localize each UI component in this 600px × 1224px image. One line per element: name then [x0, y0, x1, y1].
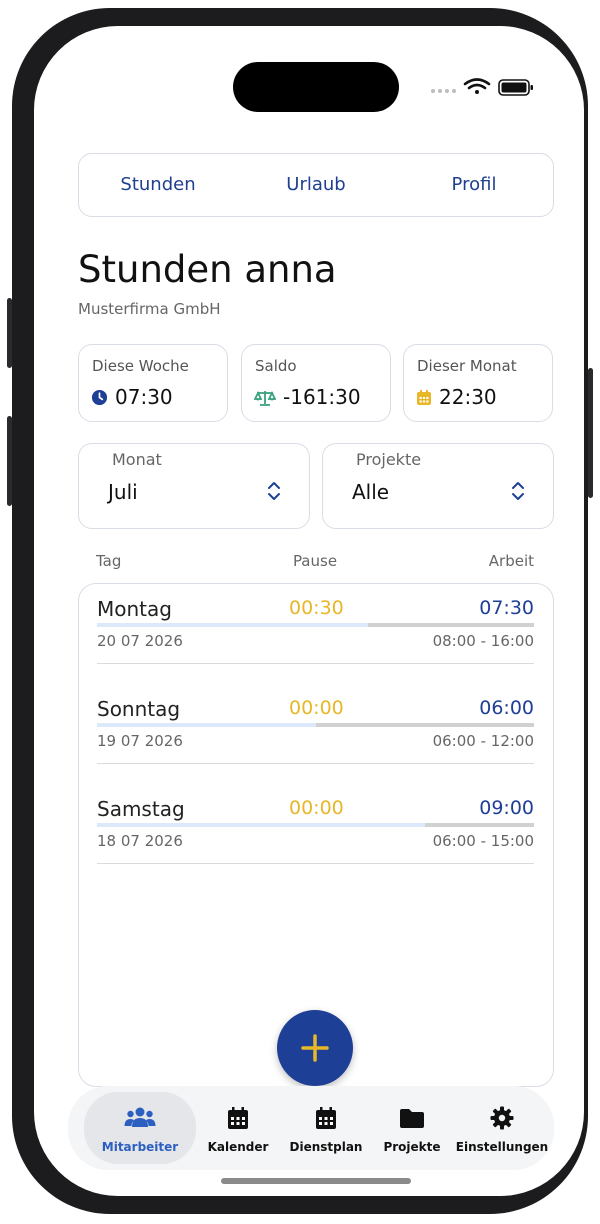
- dynamic-island: [233, 62, 399, 112]
- month-select-label: Monat: [112, 450, 162, 469]
- plus-icon: [301, 1034, 329, 1062]
- entry-date: 18 07 2026: [97, 832, 183, 850]
- entry-date: 19 07 2026: [97, 732, 183, 750]
- month-select-value: Juli: [108, 480, 138, 504]
- nav-item-kalender[interactable]: Kalender: [196, 1092, 280, 1164]
- power-button: [588, 368, 593, 498]
- stat-label: Saldo: [255, 357, 297, 375]
- entry-work: 09:00: [479, 797, 534, 819]
- tab-profil[interactable]: Profil: [395, 154, 553, 216]
- chevron-up-down-icon: [268, 482, 280, 500]
- phone-frame: Stunden Urlaub Profil Stunden anna Muste…: [7, 8, 593, 1214]
- segment-control: Stunden Urlaub Profil: [78, 153, 554, 217]
- users-icon: [124, 1107, 156, 1127]
- entry-progress-fill: [97, 823, 425, 827]
- nav-item-projekte[interactable]: Projekte: [372, 1092, 452, 1164]
- battery-icon: [498, 79, 533, 96]
- calendar-icon: [417, 389, 431, 405]
- column-header-day: Tag: [96, 552, 122, 570]
- time-entry-row[interactable]: Montag 00:30 07:30 20 07 2026 08:00 - 16…: [97, 584, 534, 664]
- entry-pause: 00:00: [289, 797, 344, 819]
- bottom-navigation: Mitarbeiter Kalender Dienstplan Projekte…: [68, 1086, 554, 1170]
- divider: [97, 863, 534, 864]
- entry-work: 06:00: [479, 697, 534, 719]
- nav-label: Mitarbeiter: [101, 1140, 179, 1154]
- stat-value: 22:30: [439, 385, 497, 409]
- volume-button: [7, 416, 12, 506]
- divider: [97, 763, 534, 764]
- stat-card-week: Diese Woche 07:30: [78, 344, 228, 422]
- stat-value: 07:30: [115, 385, 173, 409]
- clock-icon: [91, 389, 108, 405]
- entry-progress-bar: [97, 823, 534, 827]
- page-title: Stunden anna: [78, 248, 337, 291]
- home-indicator[interactable]: [221, 1178, 411, 1184]
- nav-label: Dienstplan: [289, 1140, 363, 1154]
- nav-label: Projekte: [383, 1140, 441, 1154]
- add-entry-button[interactable]: [277, 1010, 353, 1086]
- tab-urlaub[interactable]: Urlaub: [237, 154, 395, 216]
- tab-stunden[interactable]: Stunden: [79, 154, 237, 216]
- entry-progress-bar: [97, 723, 534, 727]
- entry-progress-fill: [97, 723, 316, 727]
- project-select[interactable]: Projekte Alle: [322, 443, 554, 529]
- nav-item-einstellungen[interactable]: Einstellungen: [452, 1092, 552, 1164]
- nav-item-dienstplan[interactable]: Dienstplan: [280, 1092, 372, 1164]
- nav-item-mitarbeiter[interactable]: Mitarbeiter: [84, 1092, 196, 1164]
- entry-time-range: 06:00 - 12:00: [432, 732, 534, 750]
- entry-work: 07:30: [479, 597, 534, 619]
- stat-card-saldo: Saldo -161:30: [241, 344, 391, 422]
- chevron-up-down-icon: [512, 482, 524, 500]
- entry-pause: 00:30: [289, 597, 344, 619]
- stat-label: Diese Woche: [92, 357, 189, 375]
- folder-icon: [400, 1109, 424, 1128]
- project-select-label: Projekte: [356, 450, 422, 469]
- entry-date: 20 07 2026: [97, 632, 183, 650]
- nav-label: Einstellungen: [455, 1140, 549, 1154]
- column-header-work: Arbeit: [488, 552, 534, 570]
- screen: Stunden Urlaub Profil Stunden anna Muste…: [34, 26, 584, 1196]
- signal-icon: [431, 89, 456, 93]
- calendar-icon: [228, 1107, 248, 1129]
- balance-scale-icon: [254, 390, 276, 406]
- month-select[interactable]: Monat Juli: [78, 443, 310, 529]
- project-select-value: Alle: [352, 480, 390, 504]
- status-bar: [429, 76, 539, 100]
- time-entry-row[interactable]: Samstag 00:00 09:00 18 07 2026 06:00 - 1…: [97, 784, 534, 864]
- stat-card-month: Dieser Monat 22:30: [403, 344, 553, 422]
- entry-day: Montag: [97, 597, 172, 621]
- entry-day: Sonntag: [97, 697, 181, 721]
- stat-label: Dieser Monat: [417, 357, 517, 375]
- entry-progress-fill: [97, 623, 368, 627]
- calendar-grid-icon: [316, 1107, 336, 1129]
- divider: [97, 663, 534, 664]
- entry-time-range: 06:00 - 15:00: [432, 832, 534, 850]
- gear-icon: [490, 1106, 514, 1130]
- company-name: Musterfirma GmbH: [78, 300, 221, 318]
- stat-value: -161:30: [283, 385, 361, 409]
- wifi-icon: [463, 78, 491, 94]
- time-entry-row[interactable]: Sonntag 00:00 06:00 19 07 2026 06:00 - 1…: [97, 684, 534, 764]
- entry-pause: 00:00: [289, 697, 344, 719]
- entry-progress-bar: [97, 623, 534, 627]
- nav-label: Kalender: [207, 1140, 269, 1154]
- entry-time-range: 08:00 - 16:00: [432, 632, 534, 650]
- column-header-pause: Pause: [292, 552, 338, 570]
- mute-switch: [7, 298, 12, 368]
- entry-day: Samstag: [97, 797, 185, 821]
